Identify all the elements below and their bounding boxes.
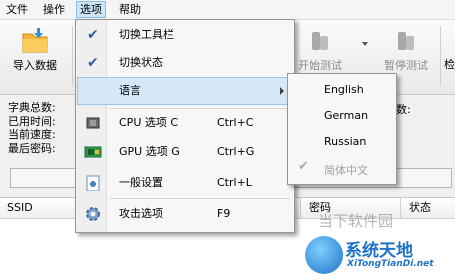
attack-shortcut: F9 <box>217 207 231 220</box>
submenu-arrow-icon <box>280 87 284 95</box>
info-panel: 字典总数: 已用时间: 当前速度: 最后密码: <box>8 101 56 155</box>
pause-test-icon <box>398 32 414 50</box>
last-password-label: 最后密码: <box>8 141 56 155</box>
dict-total-label: 字典总数: <box>8 101 56 114</box>
check-icon: ✔ <box>298 159 309 174</box>
menu-item-language[interactable]: 语言 <box>77 77 293 105</box>
start-test-button[interactable]: 开始测试 <box>290 28 350 73</box>
check-label: 检 <box>444 58 455 71</box>
menu-item-general-settings[interactable]: 一般设置 Ctrl+L <box>78 170 292 196</box>
toolbar-separator <box>72 26 73 86</box>
import-data-button[interactable]: 导入数据 <box>8 26 62 73</box>
start-test-label: 开始测试 <box>298 59 342 72</box>
language-chinese[interactable]: 简体中文 <box>324 162 368 178</box>
check-icon: ✔ <box>87 27 99 43</box>
menu-item-toggle-status[interactable]: ✔ 切换状态 <box>78 50 292 76</box>
attack-options-label: 攻击选项 <box>119 207 163 220</box>
speed-label: 当前速度: <box>8 128 56 141</box>
gpu-icon <box>84 146 102 158</box>
gear-icon <box>86 207 100 221</box>
language-english[interactable]: English <box>324 83 364 96</box>
menu-options[interactable]: 选项 <box>76 1 106 18</box>
toolbar-separator <box>440 26 441 86</box>
import-data-label: 导入数据 <box>13 59 57 72</box>
elapsed-label: 已用时间: <box>8 114 56 128</box>
language-label: 语言 <box>119 84 141 97</box>
menu-separator <box>110 198 290 199</box>
language-submenu: English German Russian ✔ 简体中文 <box>287 73 397 185</box>
menu-item-toggle-toolbar[interactable]: ✔ 切换工具栏 <box>78 22 292 48</box>
cpu-options-label: CPU 选项 C <box>119 116 179 129</box>
general-shortcut: Ctrl+L <box>217 176 252 189</box>
start-test-icon <box>312 32 328 50</box>
toggle-status-label: 切换状态 <box>119 56 163 69</box>
menu-file[interactable]: 文件 <box>3 2 31 17</box>
check-button[interactable]: 检 <box>444 56 455 72</box>
menu-help[interactable]: 帮助 <box>116 2 144 17</box>
menubar: 文件 操作 选项 帮助 <box>0 0 455 20</box>
menu-item-gpu-options[interactable]: GPU 选项 G Ctrl+G <box>78 139 292 165</box>
options-menu: ✔ 切换工具栏 ✔ 切换状态 语言 CPU 选项 C Ctrl+C GPU 选项… <box>75 19 295 233</box>
menu-item-attack-options[interactable]: 攻击选项 F9 <box>78 201 292 227</box>
pause-test-button[interactable]: 暂停测试 <box>376 28 436 73</box>
col-status[interactable]: 状态 <box>400 198 455 219</box>
watermark-text: 当下软件园 <box>318 212 394 230</box>
brand-url: XiTongTianDi.net <box>347 259 434 269</box>
language-russian[interactable]: Russian <box>324 135 366 148</box>
language-german[interactable]: German <box>324 109 368 122</box>
right-count-label: 数: <box>396 103 411 116</box>
toggle-toolbar-label: 切换工具栏 <box>119 28 174 41</box>
settings-doc-icon <box>86 175 100 191</box>
brand-text: 系统天地 <box>345 241 413 261</box>
gpu-options-label: GPU 选项 G <box>119 145 180 158</box>
gpu-shortcut: Ctrl+G <box>217 145 255 158</box>
check-icon: ✔ <box>87 55 99 71</box>
brand-logo-icon <box>305 236 343 274</box>
menu-operation[interactable]: 操作 <box>40 2 68 17</box>
cpu-icon <box>86 117 100 129</box>
menu-item-cpu-options[interactable]: CPU 选项 C Ctrl+C <box>78 110 292 136</box>
general-settings-label: 一般设置 <box>119 176 163 189</box>
folder-icon <box>22 28 48 53</box>
menu-separator <box>110 108 290 109</box>
cpu-shortcut: Ctrl+C <box>217 116 254 129</box>
start-test-dropdown-icon[interactable] <box>362 42 368 46</box>
pause-test-label: 暂停测试 <box>384 59 428 72</box>
